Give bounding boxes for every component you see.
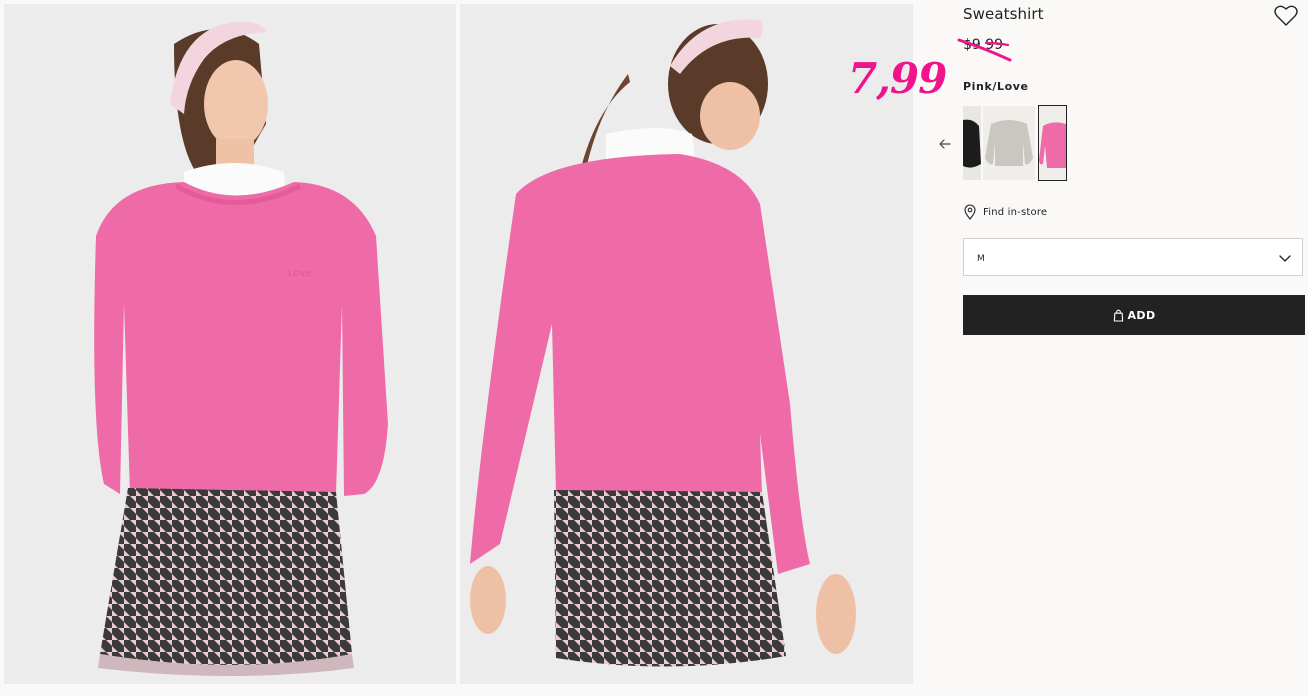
heart-icon[interactable] — [1274, 5, 1298, 27]
add-button-label: ADD — [1127, 308, 1156, 322]
color-swatch-pink[interactable] — [1038, 105, 1067, 181]
add-to-bag-button[interactable]: ADD — [963, 295, 1305, 335]
chest-print-text: Love — [288, 268, 312, 279]
product-title: Sweatshirt — [963, 5, 1044, 23]
product-page: Love Sweatshirt $9.99 7,99 Pink/Love Fin… — [0, 0, 1308, 696]
arrow-left-icon[interactable] — [935, 134, 955, 154]
size-selected-value: M — [977, 254, 985, 264]
shopping-bag-icon — [1113, 309, 1123, 322]
find-in-store-link[interactable]: Find in-store — [963, 203, 1047, 221]
product-image-front[interactable]: Love — [4, 4, 456, 684]
chevron-down-icon — [1279, 255, 1291, 262]
model-front-illustration: Love — [4, 4, 456, 684]
selected-color-name: Pink/Love — [963, 80, 1029, 93]
original-price: $9.99 — [963, 37, 1004, 53]
find-in-store-label: Find in-store — [983, 206, 1048, 218]
model-back-illustration — [460, 4, 913, 684]
product-image-back[interactable] — [460, 4, 913, 684]
size-dropdown[interactable]: M — [963, 238, 1303, 276]
sale-price: 7,99 — [848, 54, 947, 103]
location-pin-icon — [964, 204, 976, 220]
color-swatch-black[interactable] — [963, 106, 981, 180]
color-swatch-light-grey[interactable] — [983, 106, 1035, 180]
